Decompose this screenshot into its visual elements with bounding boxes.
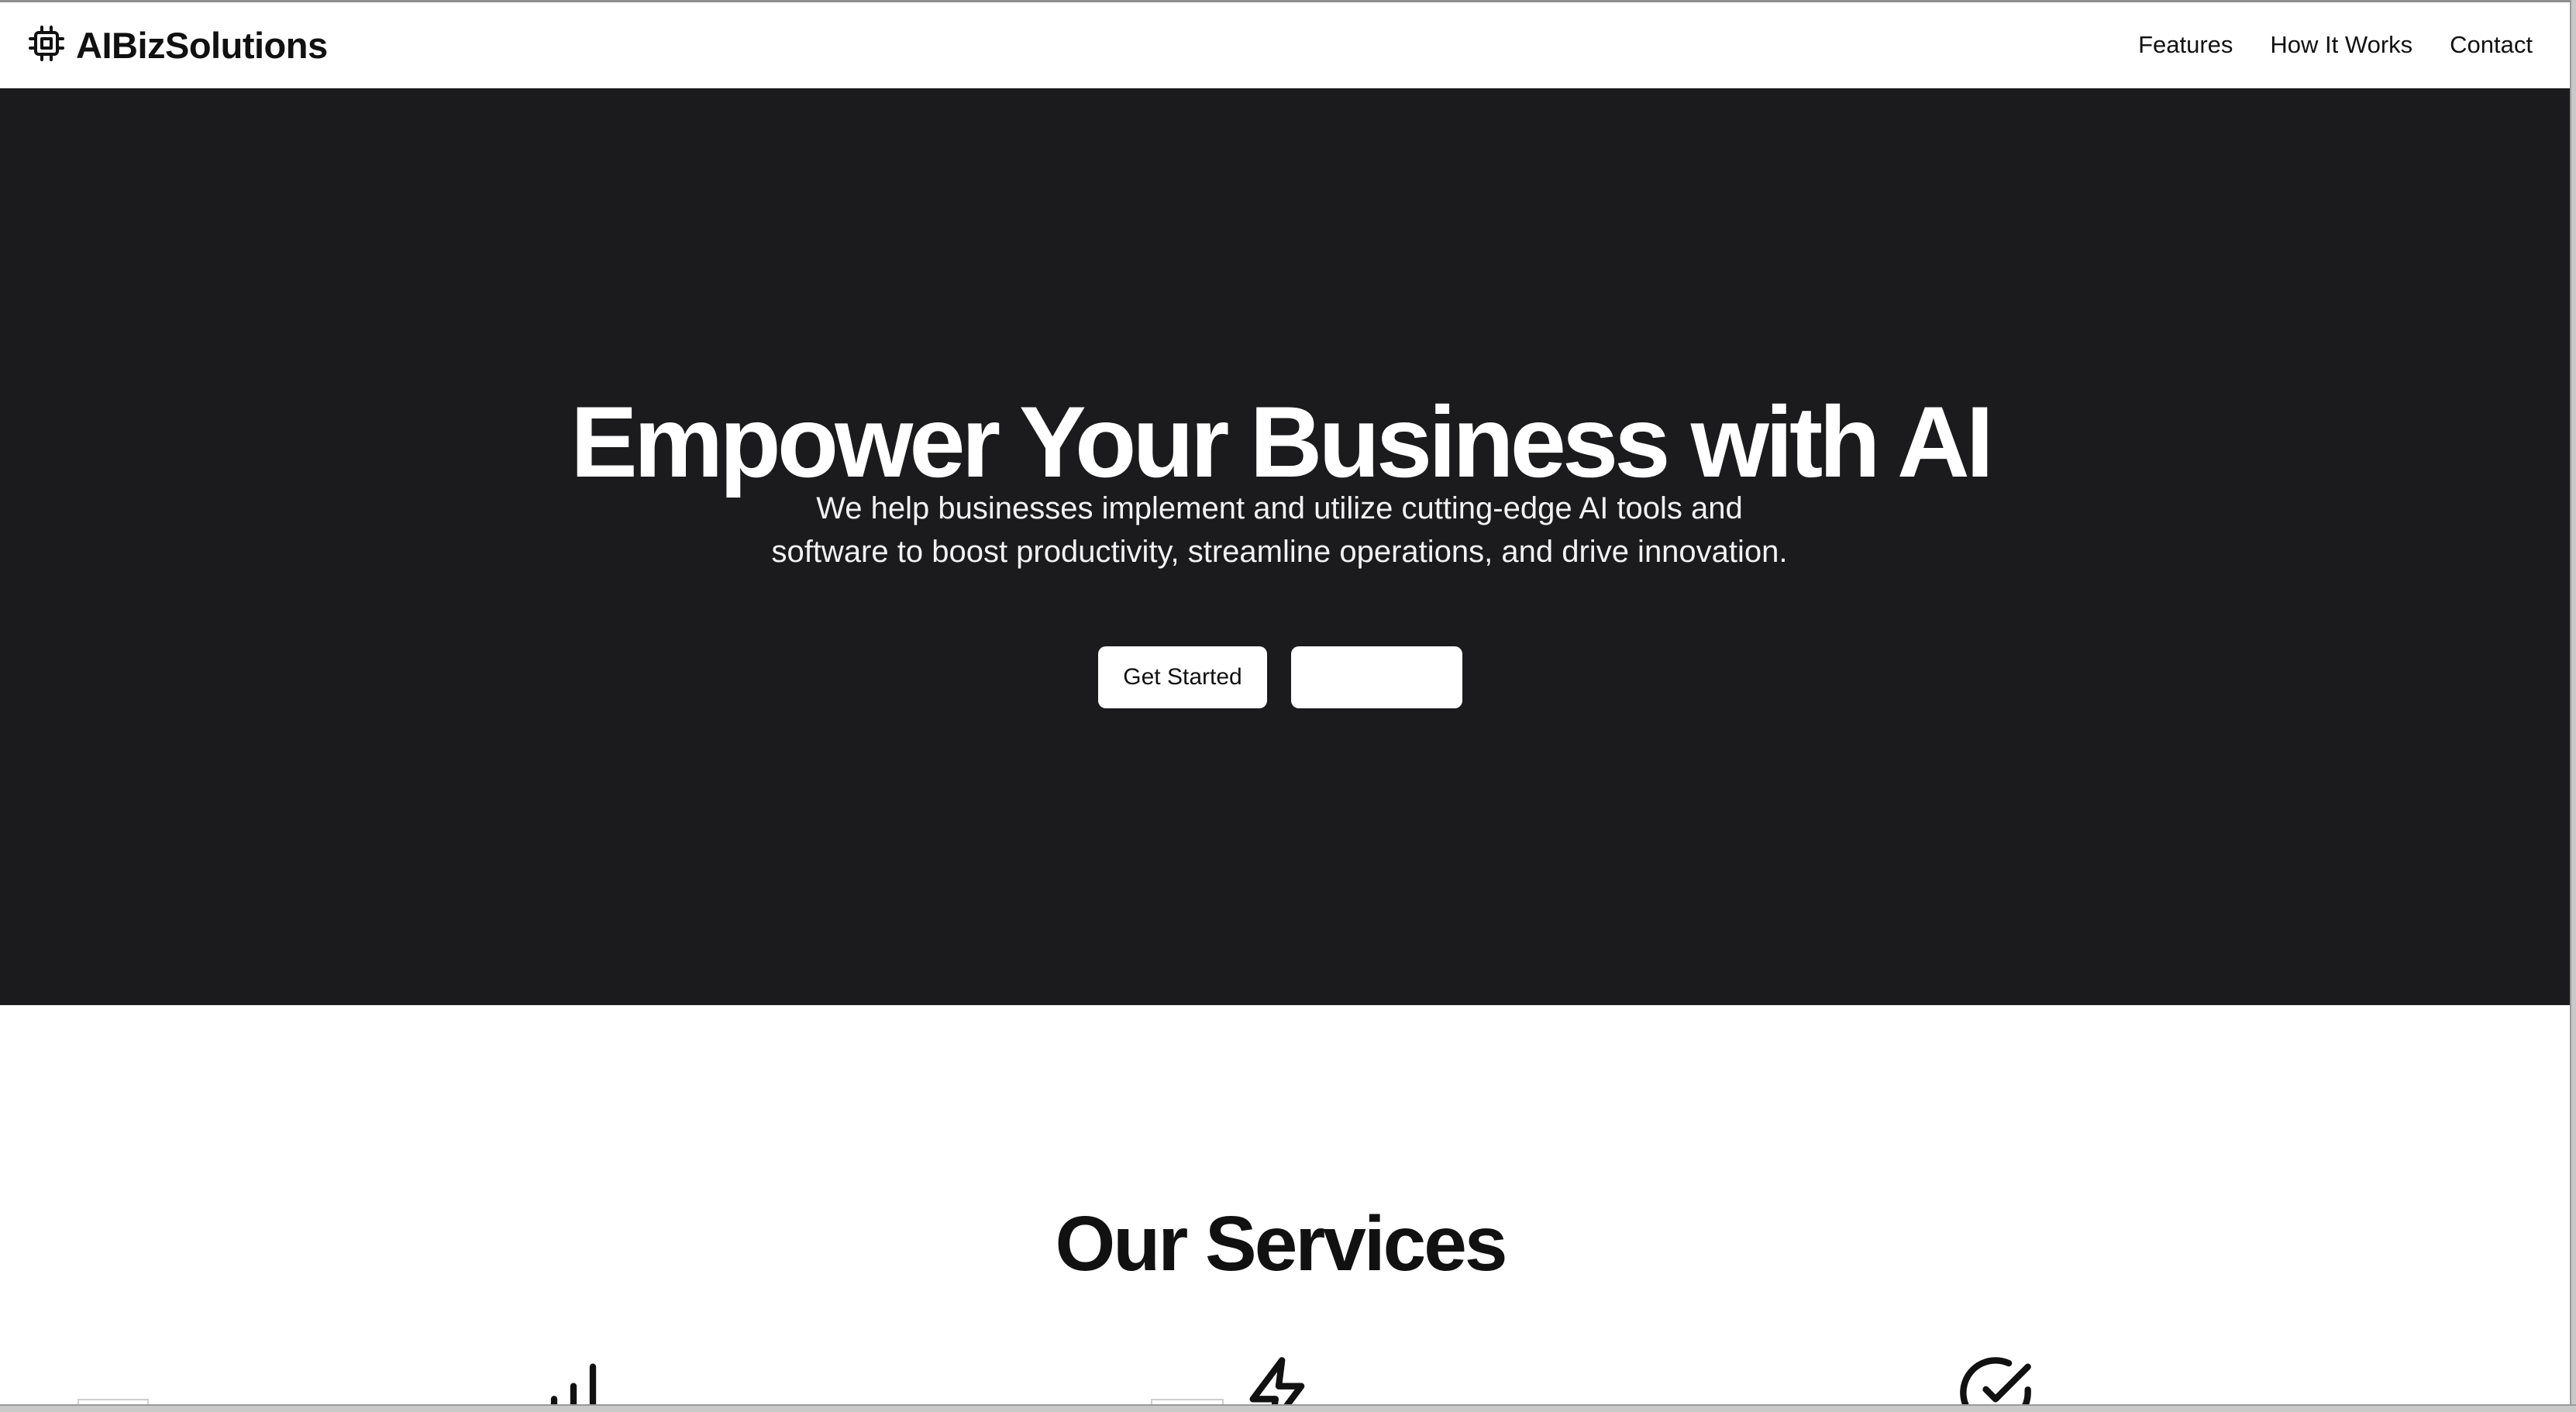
hero-section: Empower Your Business with AI We help bu… — [0, 88, 2570, 1005]
horizontal-scrollbar[interactable] — [0, 1404, 2576, 1412]
bar-chart-icon — [535, 1354, 612, 1404]
services-title: Our Services — [1055, 1200, 1507, 1287]
secondary-button[interactable] — [1291, 646, 1462, 708]
landing-page: AIBizSolutions Features How It Works Con… — [0, 0, 2570, 1404]
card-edge-decoration — [77, 1399, 149, 1404]
brand-logo[interactable]: AIBizSolutions — [28, 24, 328, 67]
cpu-chip-icon — [28, 25, 65, 66]
card-edge-decoration — [1151, 1399, 1224, 1404]
brand-name: AIBizSolutions — [76, 24, 328, 66]
lightning-bolt-icon — [1240, 1354, 1317, 1404]
site-header: AIBizSolutions Features How It Works Con… — [0, 2, 2570, 88]
window-top-edge — [0, 0, 2576, 2]
main-nav: Features How It Works Contact — [2101, 31, 2533, 59]
hero-subtitle: We help businesses implement and utilize… — [771, 491, 1788, 569]
nav-link-contact[interactable]: Contact — [2450, 31, 2533, 59]
nav-link-how-it-works[interactable]: How It Works — [2270, 31, 2412, 59]
get-started-button[interactable]: Get Started — [1098, 646, 1267, 708]
services-section: Our Services — [0, 1005, 2570, 1404]
vertical-scrollbar[interactable] — [2570, 0, 2576, 1412]
nav-link-features[interactable]: Features — [2138, 31, 2233, 59]
check-circle-icon — [1957, 1354, 2034, 1404]
